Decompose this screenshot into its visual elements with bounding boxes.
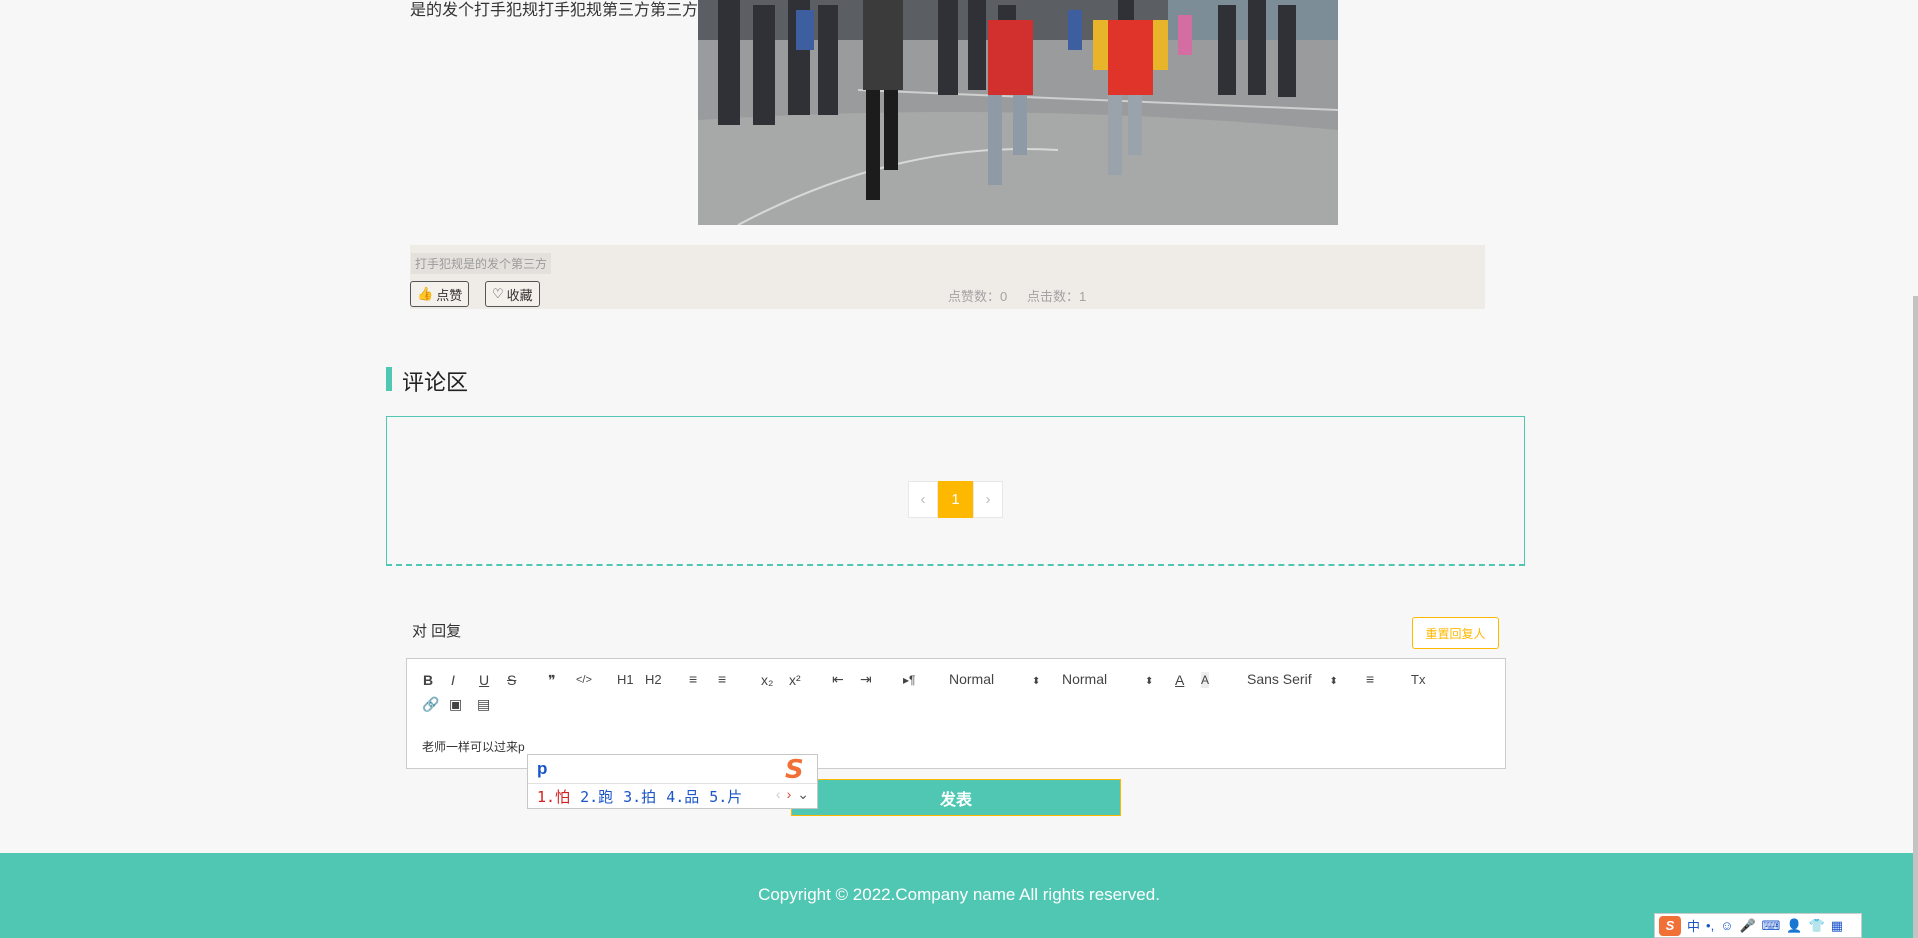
text-direction-icon[interactable]: ▸¶ [903,672,915,688]
ime-divider [528,783,817,784]
footer-copyright: Copyright © 2022.Company name All rights… [758,885,1160,904]
pagination: ‹ 1 › [908,481,1003,518]
size-select-value: Normal [949,671,995,687]
select-arrows-icon: ⬍ [1032,676,1041,687]
indent-icon[interactable]: ⇥ [860,671,872,687]
page-scrollbar[interactable] [1913,296,1918,938]
clean-format-icon[interactable]: Tx [1411,672,1425,688]
italic-button[interactable]: I [451,672,455,688]
blockquote-icon[interactable]: ❞ [548,672,556,688]
size-select[interactable]: Normal ⬍ [949,671,1040,687]
code-block-icon[interactable]: </> [576,672,592,688]
article-text: 是的发个打手犯规打手犯规第三方第三方 [410,2,699,19]
thumbs-up-icon: 👍 [417,286,434,301]
outdent-icon[interactable]: ⇤ [832,671,844,687]
header-select[interactable]: Normal ⬍ [1062,671,1153,687]
ime-candidate[interactable]: 3.拍 [623,786,656,807]
like-count: 点赞数：0 [948,289,1008,304]
ime-candidate-list: 1.怕 2.跑 3.拍 4.品 5.片 [537,786,742,807]
background-color-icon[interactable]: A [1201,672,1210,688]
ime-tray-logo-icon[interactable]: S [1659,915,1681,936]
h1-button[interactable]: H1 [617,672,634,688]
skin-icon[interactable]: 👕 [1809,918,1825,934]
heart-icon: ♡ [492,286,504,301]
align-icon[interactable]: ≡ [1366,671,1374,687]
reply-editor-text: 老师一样可以过来p [422,740,525,754]
punctuation-icon[interactable]: •, [1706,918,1714,933]
favorite-button-label: 收藏 [506,287,533,303]
ime-candidate[interactable]: 1.怕 [537,786,570,807]
like-button[interactable]: 👍 点赞 [410,281,470,307]
grid-icon[interactable]: ▦ [1831,918,1843,934]
submit-reply-button[interactable]: 发表 [791,779,1121,816]
ime-logo-icon: S [785,755,804,785]
ime-candidate[interactable]: 4.品 [666,786,699,807]
h2-button[interactable]: H2 [645,672,662,688]
pagination-prev-button[interactable]: ‹ [908,481,938,518]
font-select[interactable]: Sans Serif ⬍ [1247,671,1338,687]
chevron-down-icon[interactable]: ⌄ [797,786,809,803]
ime-input-text: p [537,759,548,778]
click-count: 点击数：1 [1027,289,1087,304]
bullet-list-icon[interactable]: ≡ [718,671,726,687]
favorite-button[interactable]: ♡ 收藏 [485,281,540,307]
strike-button[interactable]: S [507,672,516,688]
chevron-right-icon[interactable]: › [787,786,792,803]
reset-reply-target-button[interactable]: 重置回复人 [1412,617,1499,649]
bold-button[interactable]: B [423,672,433,688]
ordered-list-icon[interactable]: ≡ [689,671,697,687]
superscript-button[interactable]: x² [789,672,801,688]
comment-section-title: 评论区 [402,370,469,395]
article-description: 打手犯规是的发个第三方 [411,253,552,274]
ime-candidate-window: p 1.怕 2.跑 3.拍 4.品 5.片 ‹ › ⌄ [527,754,818,809]
like-button-label: 点赞 [436,287,463,303]
select-arrows-icon: ⬍ [1329,676,1338,687]
chevron-left-icon[interactable]: ‹ [776,786,781,803]
article-photo [698,0,1338,225]
ime-mode-toggle[interactable]: 中 [1687,916,1700,935]
ime-page-nav: ‹ › ⌄ [776,786,809,803]
image-icon[interactable]: ▣ [449,696,462,712]
microphone-icon[interactable]: 🎤 [1739,918,1755,934]
keyboard-icon[interactable]: ⌨ [1762,918,1781,934]
comment-title-accent [386,367,392,391]
reply-target-label: 对 回复 [412,623,462,640]
subscript-button[interactable]: x₂ [761,672,773,688]
ime-candidate[interactable]: 2.跑 [580,786,613,807]
header-select-value: Normal [1062,671,1108,687]
video-icon[interactable]: ▤ [477,696,490,712]
underline-button[interactable]: U [479,672,489,688]
user-icon[interactable]: 👤 [1786,918,1802,934]
pagination-next-button[interactable]: › [973,481,1003,518]
emoji-icon[interactable]: ☺ [1720,918,1733,933]
text-color-icon[interactable]: A [1175,672,1184,688]
select-arrows-icon: ⬍ [1145,676,1154,687]
editor-toolbar: B I U S ❞ </> H1 H2 ≡ ≡ x₂ x² ⇤ ⇥ ▸¶ Nor… [406,658,1506,726]
font-select-value: Sans Serif [1247,671,1312,687]
pagination-page-current[interactable]: 1 [938,481,973,518]
ime-toolbar: S 中 •, ☺ 🎤 ⌨ 👤 👕 ▦ [1654,913,1862,938]
ime-candidate[interactable]: 5.片 [709,786,742,807]
link-icon[interactable]: 🔗 [422,696,439,712]
